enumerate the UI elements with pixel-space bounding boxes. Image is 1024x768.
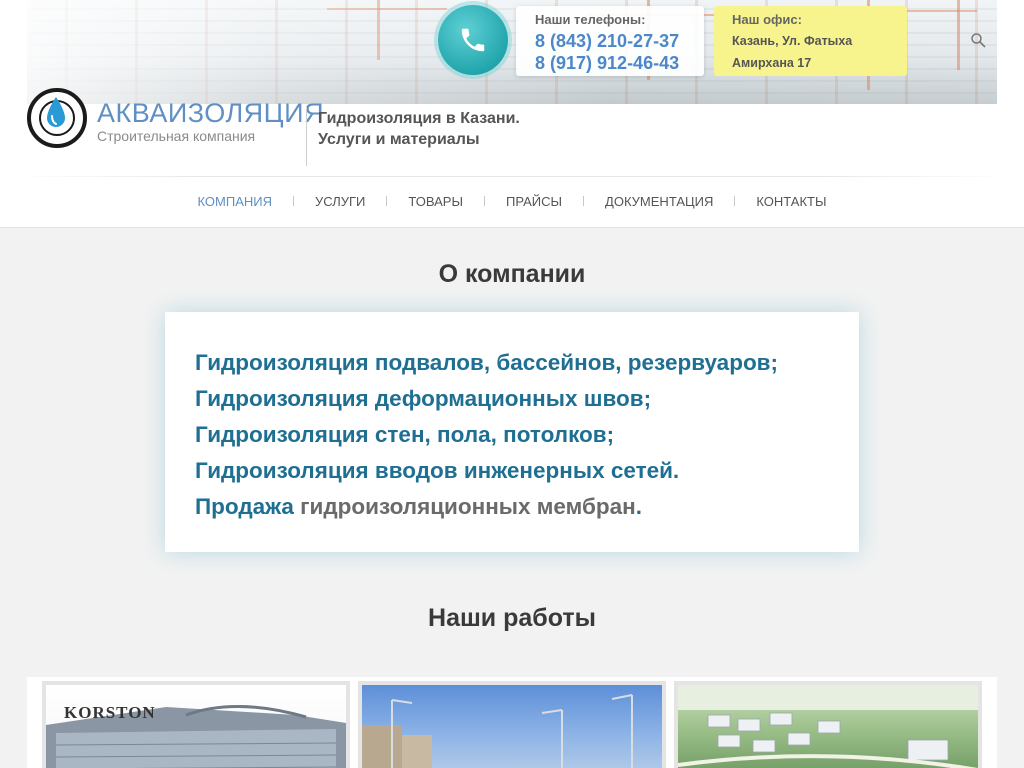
- about-card: Гидроизоляция подвалов, бассейнов, резер…: [165, 312, 859, 552]
- brand-name[interactable]: АКВАИЗОЛЯЦИЯ: [97, 98, 324, 129]
- about-service-item: Гидроизоляция подвалов, бассейнов, резер…: [195, 350, 779, 375]
- work-thumbnail-street[interactable]: [358, 681, 666, 768]
- tagline-line-1: Гидроизоляция в Казани.: [318, 110, 520, 127]
- about-service-item: Гидроизоляция стен, пола, потолков;: [195, 422, 615, 447]
- about-section-title: О компании: [438, 260, 586, 288]
- about-service-item: Гидроизоляция вводов инженерных сетей.: [195, 458, 680, 483]
- water-drop-logo-icon: [47, 97, 65, 127]
- header-divider: [306, 106, 307, 166]
- search-icon[interactable]: [970, 32, 986, 48]
- office-address-line-1: Казань, Ул. Фатыха: [732, 34, 853, 48]
- office-title: Наш офис:: [732, 12, 802, 27]
- work-thumbnail-district[interactable]: [674, 681, 982, 768]
- district-render-image: [678, 685, 978, 768]
- site-header: АКВАИЗОЛЯЦИЯ Строительная компания Гидро…: [0, 0, 1024, 228]
- street-photo-image: [362, 694, 633, 768]
- korston-building-image: [46, 705, 346, 768]
- brand-subtitle: Строительная компания: [97, 128, 256, 144]
- work-thumbnail-korston[interactable]: KORSTON: [42, 681, 350, 768]
- sales-suffix: .: [635, 494, 642, 519]
- phone-icon: [461, 28, 485, 52]
- nav-divider: [12, 176, 1012, 177]
- phone-number-1[interactable]: 8 (843) 210-27-37: [535, 31, 679, 52]
- nav-item-company[interactable]: Компания: [177, 194, 294, 209]
- about-sales-item: Продажа гидроизоляционных мембран.: [195, 489, 829, 525]
- about-service-item: Гидроизоляция деформационных швов;: [195, 386, 652, 411]
- works-section-title: Наши работы: [428, 604, 596, 632]
- nav-item-documentation[interactable]: Документация: [584, 194, 734, 209]
- nav-item-products[interactable]: Товары: [387, 194, 484, 209]
- phone-number-2[interactable]: 8 (917) 912-46-43: [535, 53, 679, 74]
- main-nav: Компания Услуги Товары Прайсы Документац…: [0, 186, 1024, 216]
- membranes-link[interactable]: гидроизоляционных мембран: [300, 494, 636, 519]
- nav-item-prices[interactable]: Прайсы: [485, 194, 583, 209]
- tagline-line-2: Услуги и материалы: [318, 131, 480, 148]
- nav-item-services[interactable]: Услуги: [294, 194, 386, 209]
- office-panel: Наш офис: Казань, Ул. Фатыха Амирхана 17: [714, 6, 907, 76]
- company-logo[interactable]: [27, 88, 87, 148]
- work-caption-korston: KORSTON: [64, 703, 156, 722]
- nav-item-contacts[interactable]: Контакты: [735, 194, 847, 209]
- office-address-line-2: Амирхана 17: [732, 56, 812, 70]
- sales-prefix: Продажа: [195, 494, 294, 519]
- header-tagline: Гидроизоляция в Казани. Услуги и материа…: [318, 108, 520, 150]
- call-button[interactable]: [438, 5, 508, 75]
- phones-title: Наши телефоны:: [535, 12, 646, 27]
- phones-panel: Наши телефоны: 8 (843) 210-27-37 8 (917)…: [516, 6, 704, 76]
